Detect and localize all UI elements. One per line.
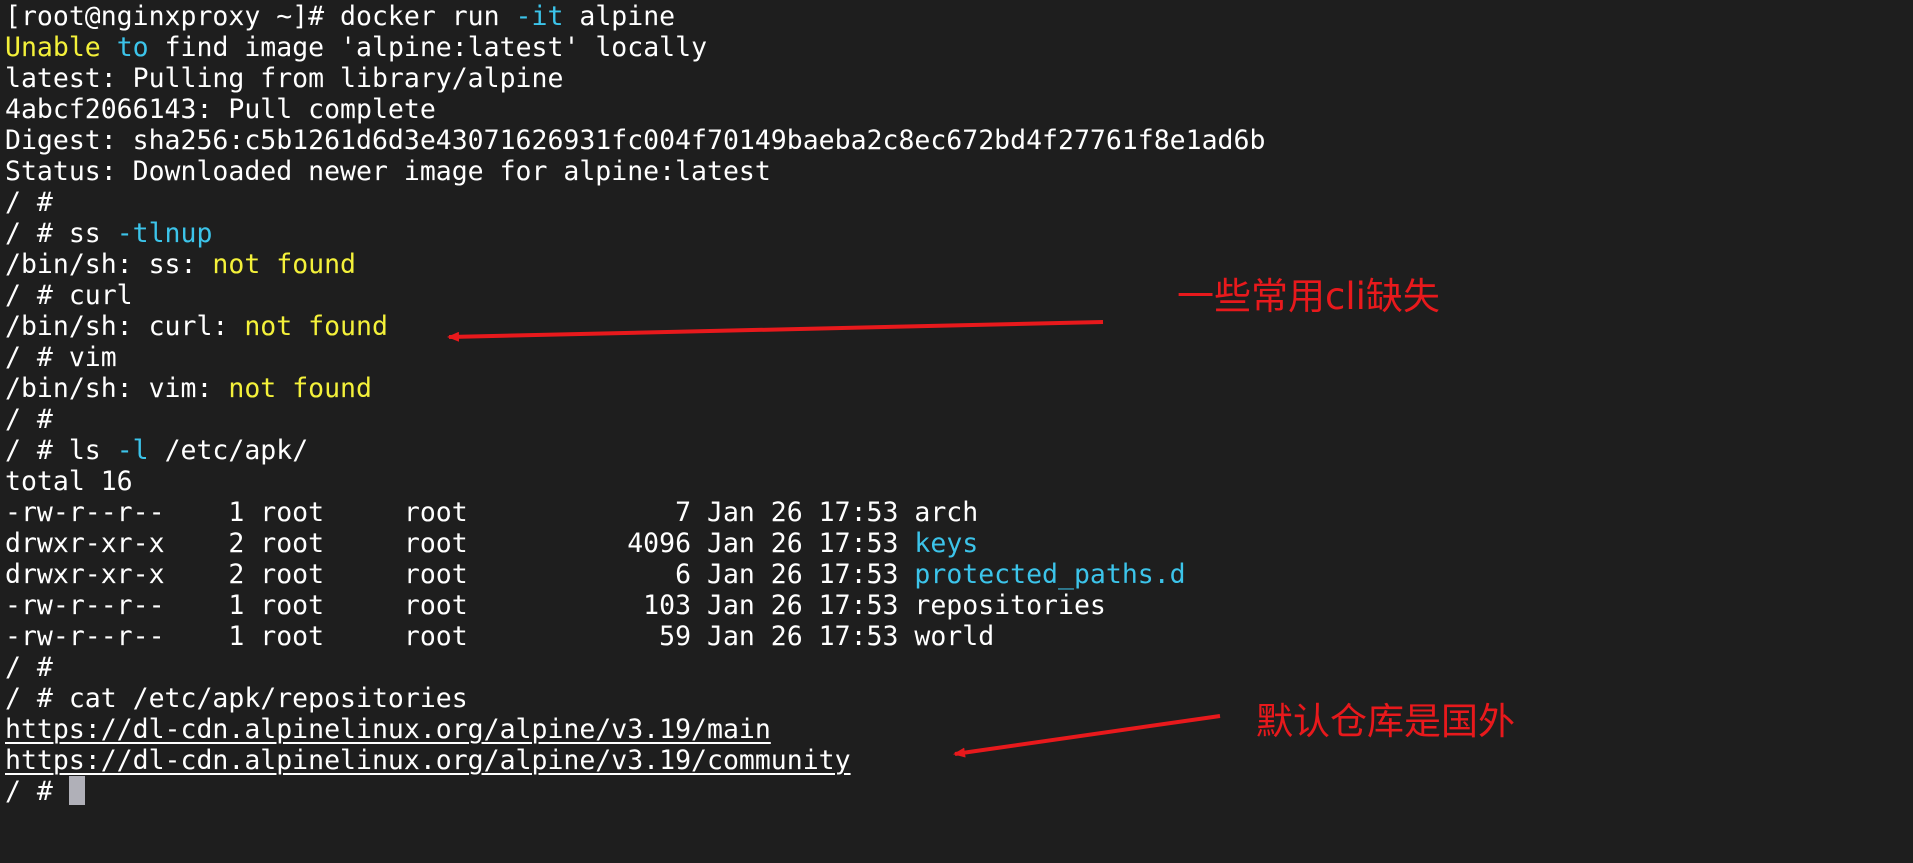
annotation-arrows xyxy=(447,320,1221,758)
annotation-foreign-repo: 默认仓库是国外 xyxy=(1256,700,1515,743)
arrow-missing-cli xyxy=(447,320,1104,342)
terminal-window[interactable]: [root@nginxproxy ~]# docker run -it alpi… xyxy=(0,0,1913,863)
annotation-missing-cli: 一些常用cli缺失 xyxy=(1177,275,1440,318)
arrow-foreign-repo xyxy=(953,714,1221,758)
